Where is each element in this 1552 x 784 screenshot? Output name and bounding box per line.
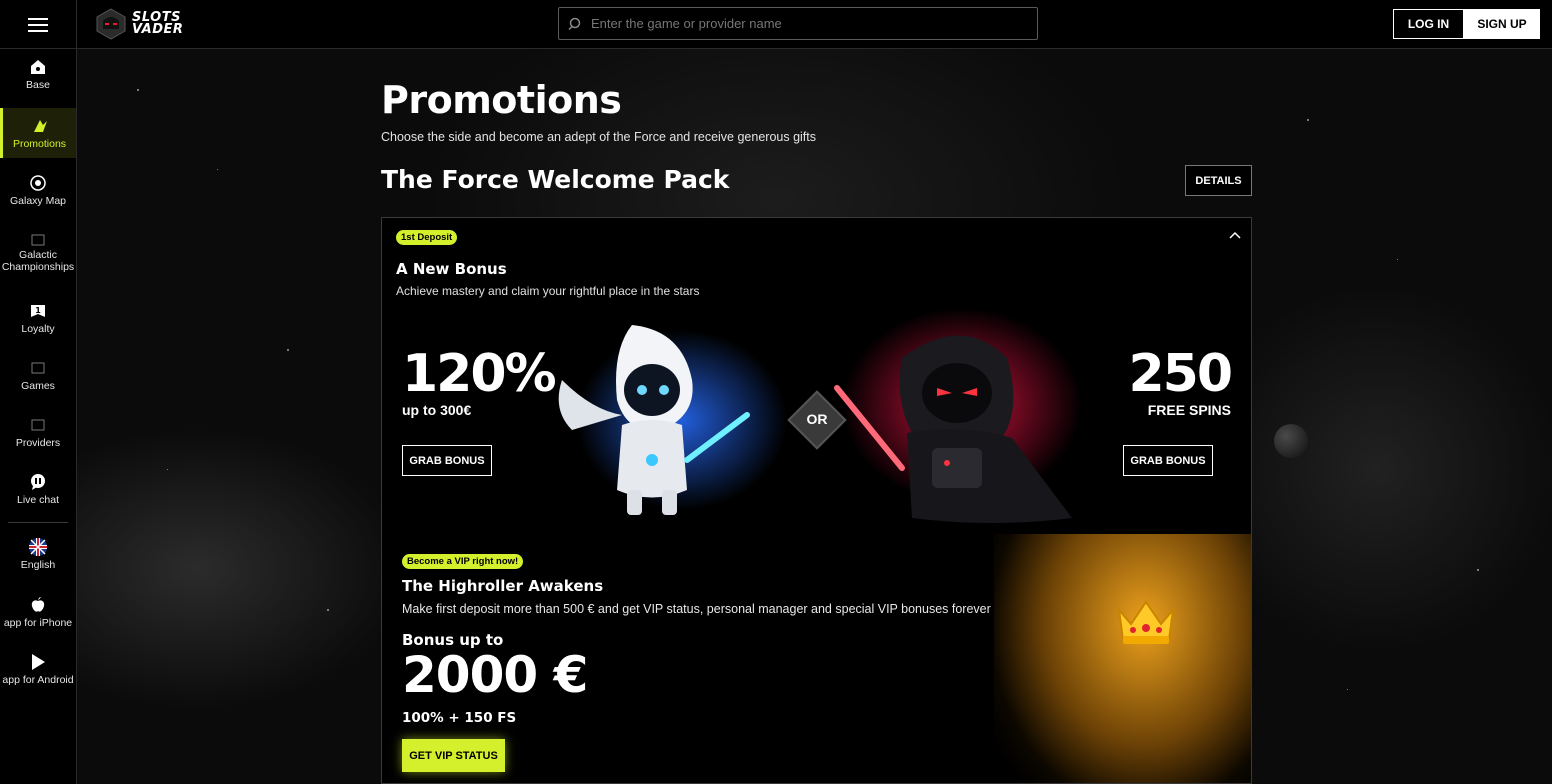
search-icon bbox=[568, 17, 581, 30]
chat-icon bbox=[29, 473, 47, 491]
signup-button[interactable]: SIGN UP bbox=[1464, 9, 1540, 39]
sidebar-divider bbox=[8, 522, 68, 523]
vip-banner: Become a VIP right now! The Highroller A… bbox=[382, 534, 1251, 783]
vip-gold-glow bbox=[994, 534, 1251, 783]
free-spins-label: FREE SPINS bbox=[1147, 402, 1231, 418]
bonus-title: A New Bonus bbox=[396, 260, 507, 278]
sidebar-item-label: Live chat bbox=[16, 494, 60, 506]
sidebar-item-label: app for iPhone bbox=[3, 617, 73, 629]
google-play-icon bbox=[29, 653, 47, 671]
bonus-description: Achieve mastery and claim your rightful … bbox=[396, 284, 700, 298]
providers-icon bbox=[29, 416, 47, 434]
sidebar-item-championships[interactable]: Galactic Championships bbox=[0, 231, 76, 281]
apple-icon bbox=[29, 596, 47, 614]
login-button[interactable]: LOG IN bbox=[1393, 9, 1464, 39]
grab-bonus-button-left[interactable]: GRAB BONUS bbox=[402, 445, 492, 476]
sidebar: Base Promotions Galaxy Map Galactic Cham… bbox=[0, 49, 77, 784]
deposit-badge: 1st Deposit bbox=[396, 230, 458, 245]
sidebar-item-language[interactable]: English bbox=[0, 538, 76, 582]
svg-text:1: 1 bbox=[35, 306, 41, 315]
sidebar-item-live-chat[interactable]: Live chat bbox=[0, 473, 76, 517]
jedi-character-image bbox=[558, 325, 750, 515]
sidebar-item-label: Providers bbox=[15, 437, 61, 449]
grab-bonus-button-right[interactable]: GRAB BONUS bbox=[1123, 445, 1213, 476]
sidebar-item-galaxy-map[interactable]: Galaxy Map bbox=[0, 174, 76, 218]
vip-bonus-extra: 100% + 150 FS bbox=[402, 710, 517, 726]
page-subtitle: Choose the side and become an adept of t… bbox=[381, 130, 817, 144]
sidebar-item-games[interactable]: Games bbox=[0, 359, 76, 403]
logo-line-2: VADER bbox=[132, 22, 184, 37]
auth-buttons: LOG IN SIGN UP bbox=[1393, 9, 1540, 39]
logo[interactable]: SLOTS VADER bbox=[94, 7, 183, 41]
search-box[interactable] bbox=[558, 7, 1038, 40]
sidebar-item-label: Loyalty bbox=[21, 323, 55, 335]
sidebar-item-android-app[interactable]: app for Android bbox=[0, 653, 76, 697]
logo-text: SLOTS VADER bbox=[132, 11, 184, 37]
galaxy-map-icon bbox=[29, 174, 47, 192]
chevron-up-icon[interactable] bbox=[1229, 231, 1241, 239]
planet-decoration bbox=[1274, 424, 1308, 458]
vader-helmet-icon bbox=[96, 8, 126, 40]
sidebar-item-label: English bbox=[20, 559, 56, 571]
sidebar-item-label: Promotions bbox=[12, 137, 67, 150]
search-input[interactable] bbox=[591, 16, 1011, 31]
page-title: Promotions bbox=[381, 78, 622, 122]
uk-flag-icon bbox=[29, 538, 47, 556]
sidebar-item-label: app for Android bbox=[2, 674, 74, 686]
sidebar-item-providers[interactable]: Providers bbox=[0, 416, 76, 460]
sith-character-image bbox=[834, 335, 1072, 523]
bonus-percent-sub: up to 300€ bbox=[402, 402, 472, 418]
crown-icon bbox=[1117, 600, 1175, 644]
vip-title: The Highroller Awakens bbox=[402, 577, 604, 595]
sidebar-item-label: Base bbox=[26, 79, 50, 91]
section-title: The Force Welcome Pack bbox=[381, 165, 730, 194]
details-button[interactable]: DETAILS bbox=[1185, 165, 1252, 196]
sidebar-item-base[interactable]: Base bbox=[0, 58, 76, 102]
vip-bonus-amount: 2000 € bbox=[402, 646, 588, 704]
vip-description: Make first deposit more than 500 € and g… bbox=[402, 602, 991, 616]
sidebar-item-promotions[interactable]: Promotions bbox=[0, 108, 76, 158]
sidebar-item-iphone-app[interactable]: app for iPhone bbox=[0, 596, 76, 640]
get-vip-status-button[interactable]: GET VIP STATUS bbox=[402, 739, 505, 772]
bonus-hero-banner: OR 120% up to 300€ GRAB BONUS 250 FREE S… bbox=[382, 310, 1251, 534]
promotions-icon bbox=[31, 117, 49, 135]
tournament-icon bbox=[29, 231, 47, 249]
hamburger-icon bbox=[28, 17, 48, 32]
vip-badge: Become a VIP right now! bbox=[402, 554, 524, 569]
home-icon bbox=[29, 58, 47, 76]
sidebar-item-label: Games bbox=[21, 380, 55, 392]
sidebar-item-label: Galaxy Map bbox=[9, 195, 67, 207]
sidebar-item-label: Galactic Championships bbox=[1, 249, 75, 273]
games-icon bbox=[29, 359, 47, 377]
loyalty-icon: 1 bbox=[29, 302, 47, 320]
top-bar: SLOTS VADER LOG IN SIGN UP bbox=[0, 0, 1552, 49]
sidebar-item-loyalty[interactable]: 1 Loyalty bbox=[0, 302, 76, 346]
menu-button[interactable] bbox=[0, 0, 77, 49]
welcome-pack-card: 1st Deposit A New Bonus Achieve mastery … bbox=[381, 217, 1252, 784]
free-spins-count: 250 bbox=[1128, 344, 1233, 404]
bonus-percent: 120% bbox=[402, 344, 557, 404]
